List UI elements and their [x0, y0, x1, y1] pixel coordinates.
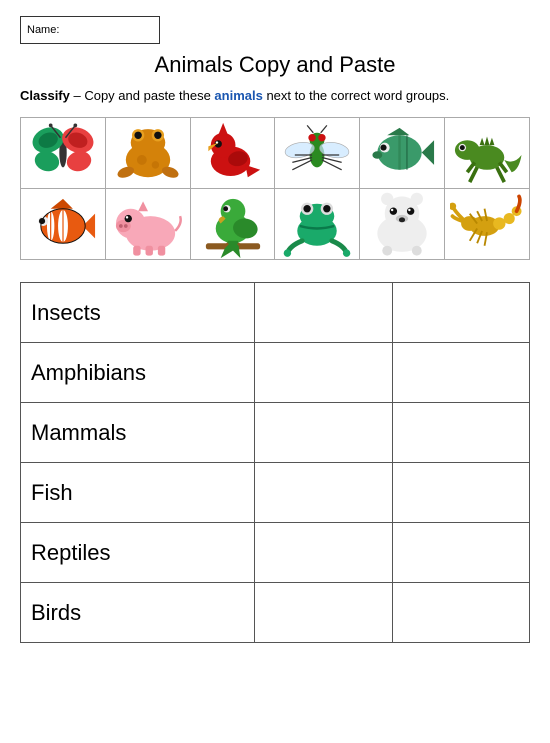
scorpion-icon	[450, 189, 524, 258]
category-row-amphibians: Amphibians	[21, 343, 530, 403]
frog-icon	[111, 118, 185, 187]
classification-table: Insects Amphibians Mammals Fish Reptiles…	[20, 282, 530, 643]
polarbear-icon	[365, 189, 439, 258]
name-label: Name:	[27, 24, 59, 36]
instructions: Classify – Copy and paste these animals …	[20, 88, 530, 103]
instruction-blue: animals	[214, 88, 262, 103]
category-row-mammals: Mammals	[21, 403, 530, 463]
category-slot-fish-1[interactable]	[255, 463, 392, 523]
animal-cell-parrot[interactable]	[190, 189, 275, 260]
animal-grid	[20, 117, 530, 260]
clownfish-icon	[26, 189, 100, 258]
animal-cell-polarbear[interactable]	[360, 189, 445, 260]
animal-cell-pig[interactable]	[105, 189, 190, 260]
category-row-birds: Birds	[21, 583, 530, 643]
category-slot-birds-1[interactable]	[255, 583, 392, 643]
category-slot-insects-1[interactable]	[255, 283, 392, 343]
cardinal-icon	[196, 118, 270, 187]
animal-cell-butterfly[interactable]	[21, 118, 106, 189]
pig-icon	[111, 189, 185, 258]
category-slot-mammals-1[interactable]	[255, 403, 392, 463]
animal-cell-cardinal[interactable]	[190, 118, 275, 189]
animal-cell-tropicalfish[interactable]	[360, 118, 445, 189]
category-slot-reptiles-1[interactable]	[255, 523, 392, 583]
animal-cell-treefrog[interactable]	[275, 189, 360, 260]
category-slot-amphibians-2[interactable]	[392, 343, 529, 403]
lizard-icon	[450, 118, 524, 187]
animal-cell-fly[interactable]	[275, 118, 360, 189]
name-field[interactable]: Name:	[20, 16, 160, 44]
page-title: Animals Copy and Paste	[20, 52, 530, 78]
category-label-mammals: Mammals	[21, 403, 255, 463]
instruction-bold: Classify	[20, 88, 70, 103]
category-slot-reptiles-2[interactable]	[392, 523, 529, 583]
animal-cell-clownfish[interactable]	[21, 189, 106, 260]
category-slot-fish-2[interactable]	[392, 463, 529, 523]
category-label-reptiles: Reptiles	[21, 523, 255, 583]
category-slot-insects-2[interactable]	[392, 283, 529, 343]
parrot-icon	[196, 189, 270, 258]
treefrog-icon	[280, 189, 354, 258]
instruction-text: – Copy and paste these	[70, 88, 215, 103]
fly-icon	[280, 118, 354, 187]
category-label-insects: Insects	[21, 283, 255, 343]
category-slot-birds-2[interactable]	[392, 583, 529, 643]
tropicalfish-icon	[365, 118, 439, 187]
category-slot-amphibians-1[interactable]	[255, 343, 392, 403]
animal-cell-scorpion[interactable]	[445, 189, 530, 260]
category-row-reptiles: Reptiles	[21, 523, 530, 583]
animal-cell-lizard[interactable]	[445, 118, 530, 189]
category-row-insects: Insects	[21, 283, 530, 343]
category-row-fish: Fish	[21, 463, 530, 523]
category-label-amphibians: Amphibians	[21, 343, 255, 403]
animal-cell-frog[interactable]	[105, 118, 190, 189]
butterfly-icon	[26, 118, 100, 187]
category-slot-mammals-2[interactable]	[392, 403, 529, 463]
instruction-end: next to the correct word groups.	[263, 88, 449, 103]
category-label-birds: Birds	[21, 583, 255, 643]
category-label-fish: Fish	[21, 463, 255, 523]
